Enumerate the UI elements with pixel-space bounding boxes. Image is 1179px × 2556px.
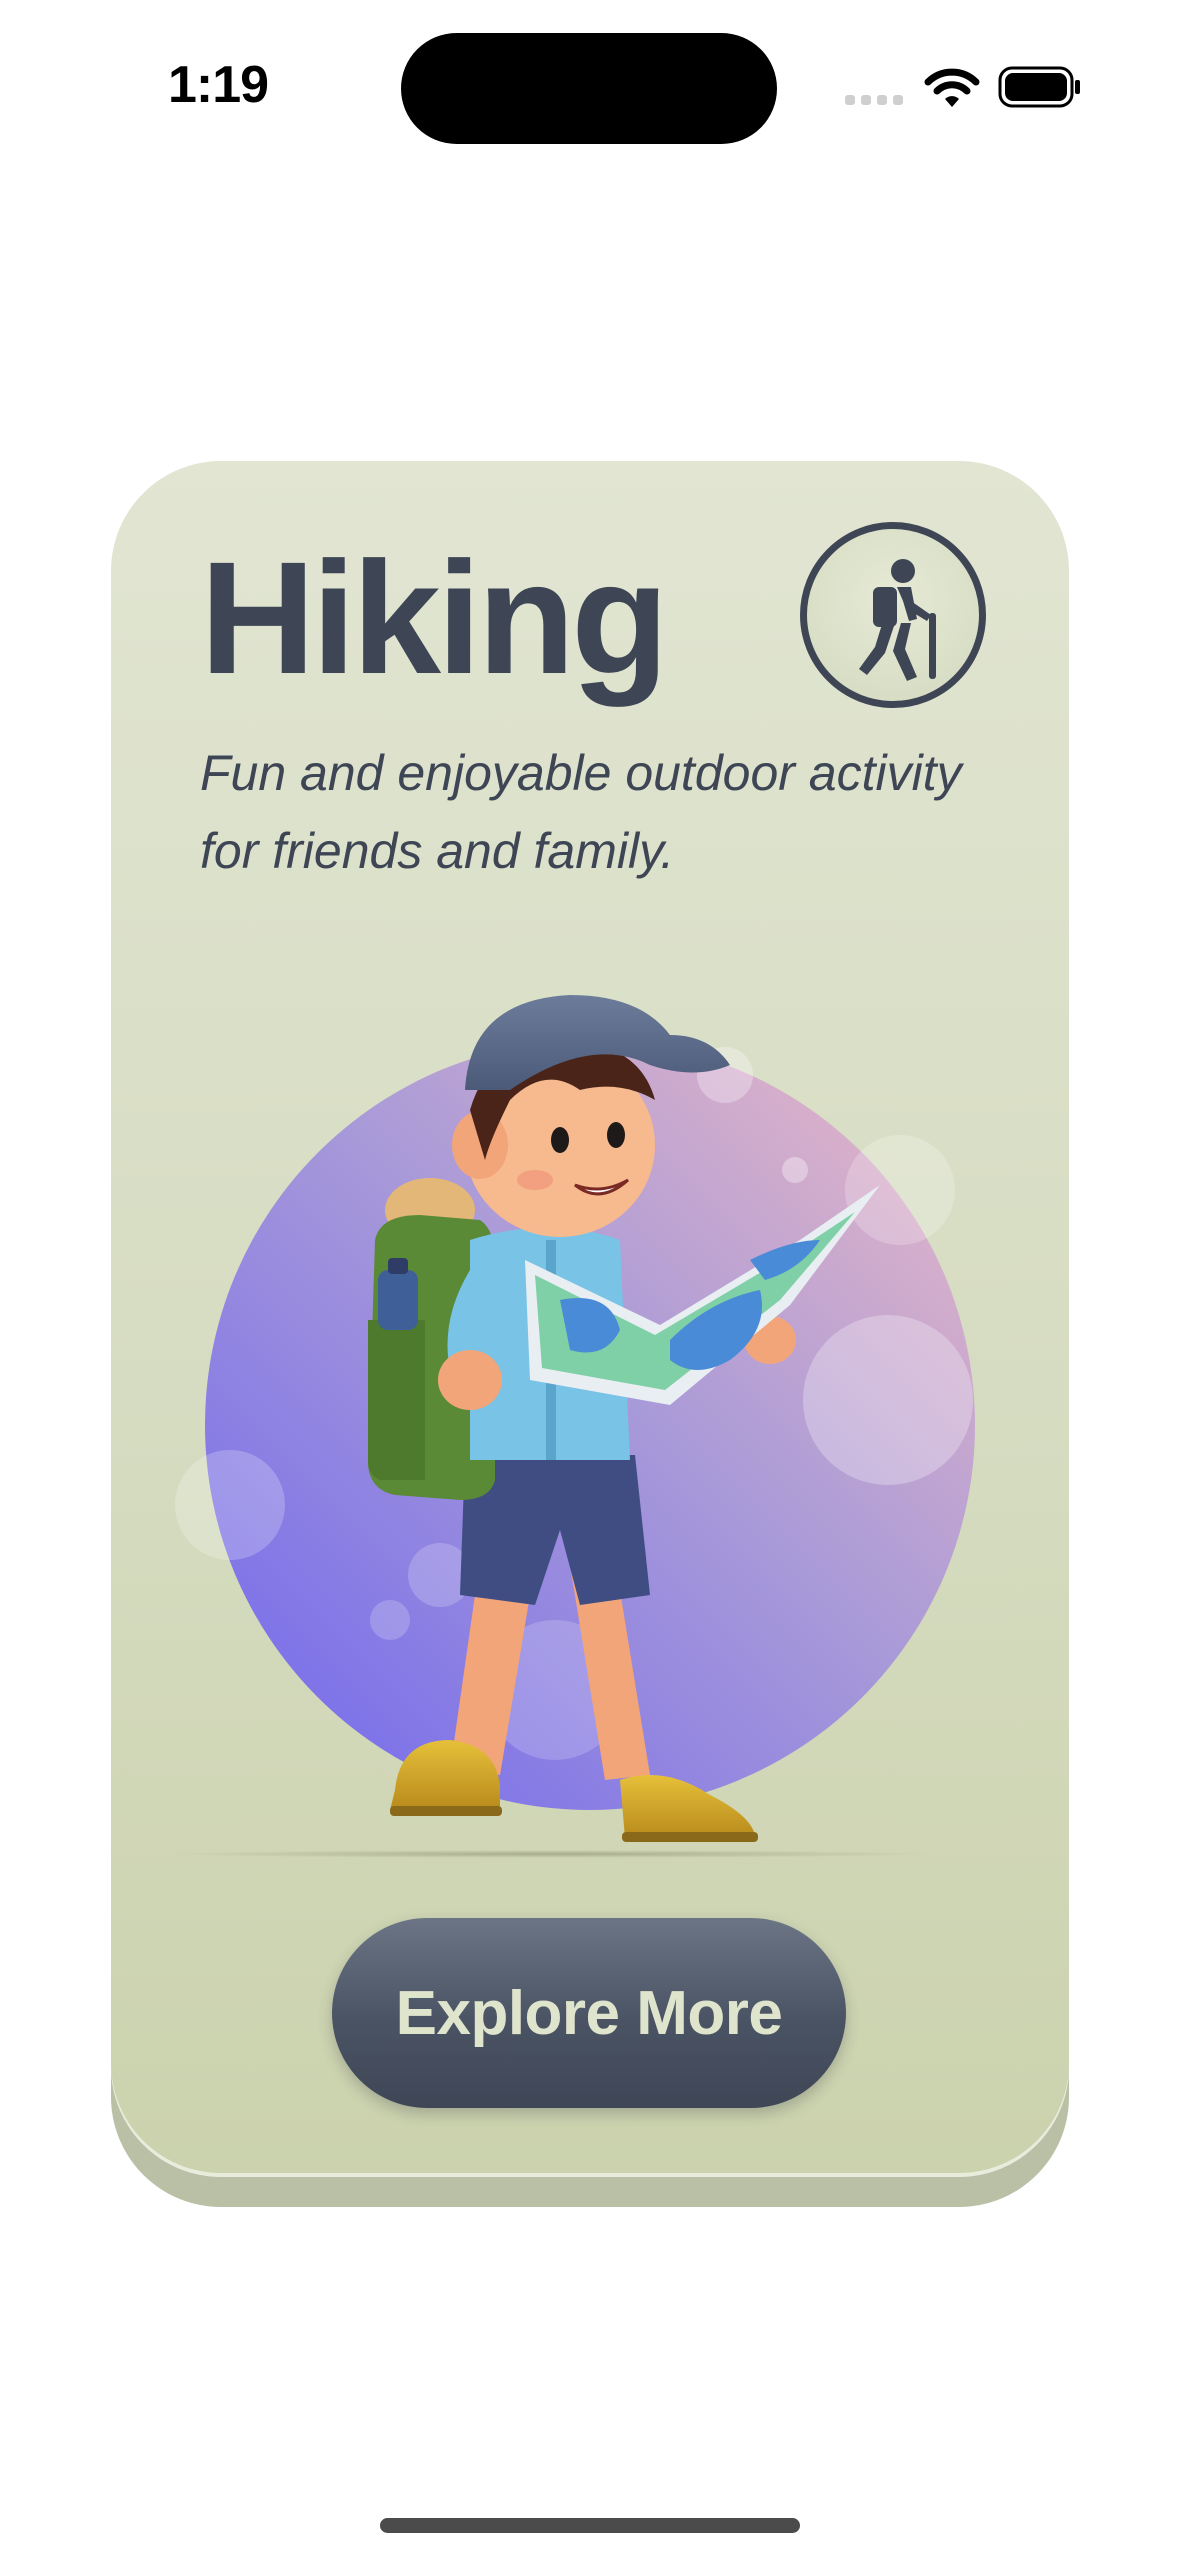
card-subtitle: Fun and enjoyable outdoor activity for f… (200, 745, 962, 879)
dynamic-island (401, 33, 777, 144)
cellular-signal-icon (845, 95, 903, 105)
hiker-icon (800, 522, 986, 708)
home-indicator[interactable] (380, 2518, 800, 2533)
explore-more-button[interactable]: Explore More (332, 1918, 846, 2108)
card-title: Hiking (200, 528, 669, 707)
status-time: 1:19 (168, 56, 269, 114)
boy-hiker-reading-map-illustration (175, 995, 975, 1842)
battery-icon (998, 66, 1080, 108)
ground-shadow (160, 1850, 940, 1858)
wifi-icon (924, 68, 980, 107)
